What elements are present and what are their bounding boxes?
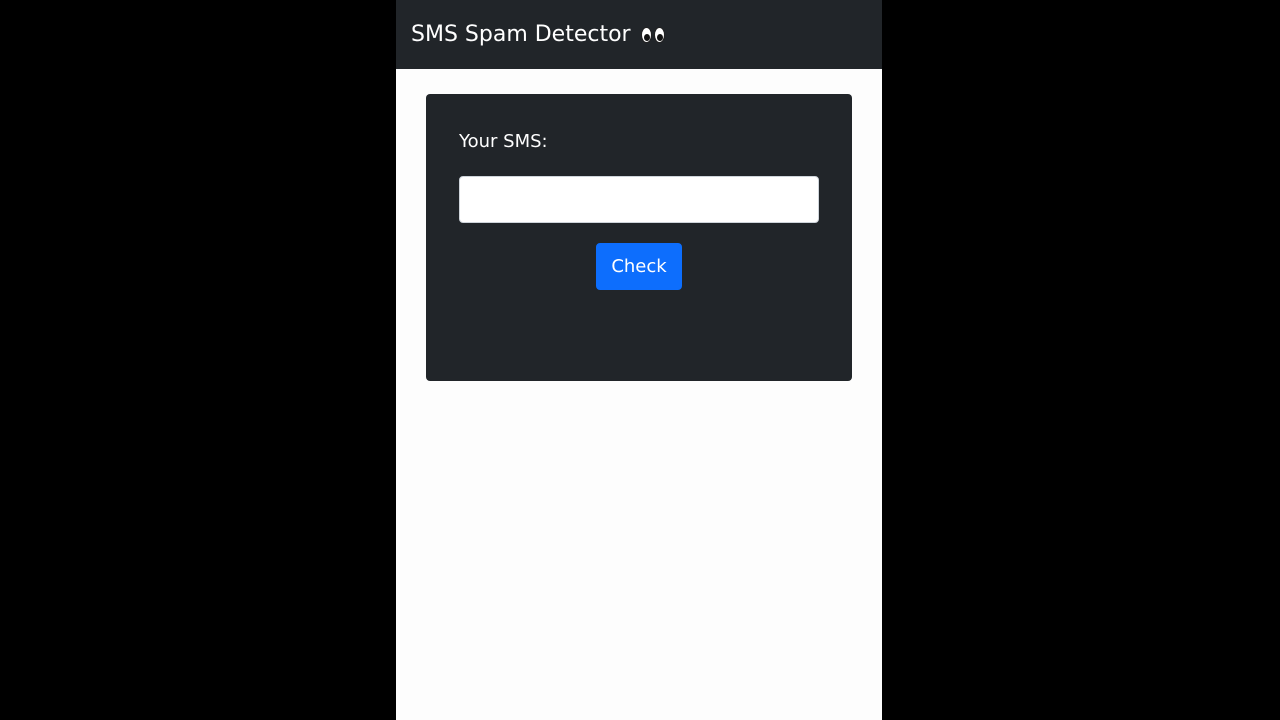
app-title: SMS Spam Detector bbox=[411, 22, 631, 47]
left-eye-icon bbox=[640, 27, 652, 43]
eyes-icon bbox=[640, 27, 665, 43]
page-viewport: SMS Spam Detector Your SMS: Check bbox=[396, 0, 882, 720]
sms-form-card: Your SMS: Check bbox=[426, 94, 852, 381]
navbar-brand[interactable]: SMS Spam Detector bbox=[411, 20, 665, 50]
sms-label: Your SMS: bbox=[459, 131, 548, 152]
check-button[interactable]: Check bbox=[596, 243, 682, 290]
right-eye-icon bbox=[653, 27, 665, 43]
sms-input[interactable] bbox=[459, 176, 819, 223]
navbar: SMS Spam Detector bbox=[396, 0, 882, 69]
